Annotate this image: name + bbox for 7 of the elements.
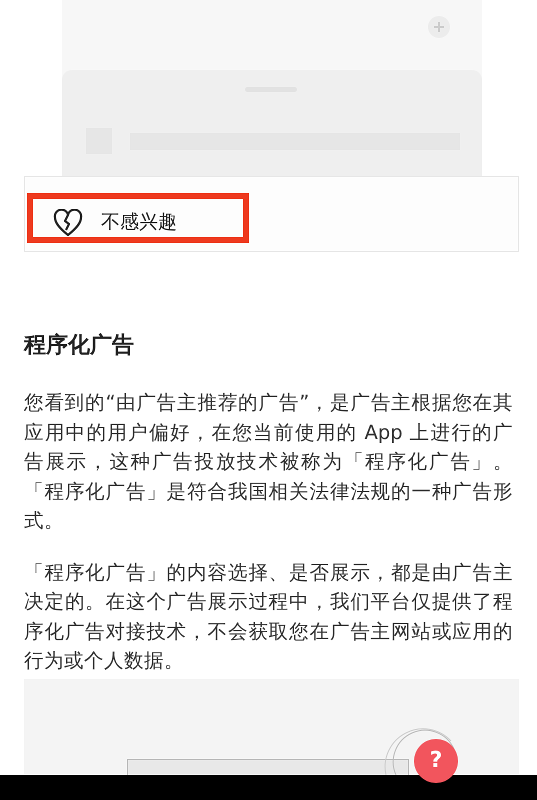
paragraph: 「程序化广告」的内容选择、是否展示，都是由广告主决定的。在这个广告展示过程中，我们平台仅提供了程序化广告对接技术，不会获取您在广告主网站或应用的行为或个人数据。 (24, 560, 513, 674)
help-badge: ? (414, 739, 458, 783)
plus-icon (428, 16, 450, 38)
section-title: 程序化广告 (24, 332, 135, 360)
menu-item[interactable]: 不感兴趣 (27, 193, 249, 243)
paragraph: 您看到的“由广告主推荐的广告”，是广告主根据您在其应用中的用户偏好，在您当前使用的 App 上进行的广告展示，这种广告投放技术被称为「程序化广告」。「程序化广告」是符合我国相关法律法规的一种广告形式。 (24, 390, 513, 534)
broken-heart-icon (53, 209, 83, 237)
